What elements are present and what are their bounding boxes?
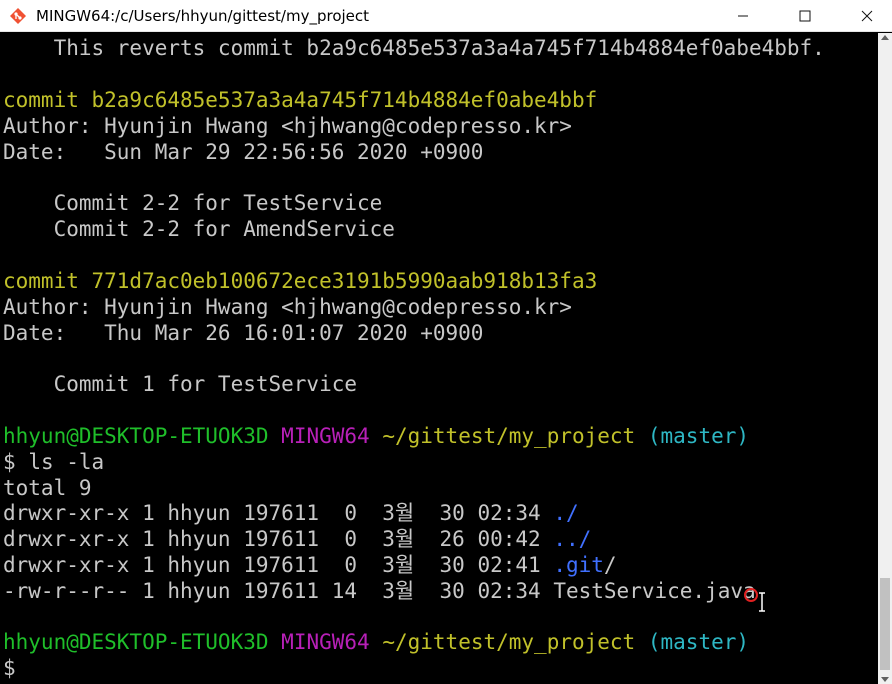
terminal-output[interactable]: This reverts commit b2a9c6485e537a3a4a74… [0,33,878,684]
shell-prompt: hhyun@DESKTOP-ETUOK3D MINGW64 ~/gittest/… [3,629,749,655]
commit-date-line: Date: Sun Mar 29 22:56:56 2020 +0900 [3,140,484,164]
chevron-up-icon [881,35,889,40]
ls-entry-meta: drwxr-xr-x 1 hhyun 197611 0 3월 30 02:34 [3,501,554,525]
commit-author-line: Author: Hyunjin Hwang <hjhwang@codepress… [3,114,572,138]
commit-message-line: Commit 2-2 for TestService [3,191,383,215]
ls-entry-name: ../ [553,527,592,551]
terminal-window: MINGW64:/c/Users/hhyun/gittest/my_projec… [0,0,892,684]
command-line[interactable]: $ [3,655,16,681]
shell-prompt: hhyun@DESKTOP-ETUOK3D MINGW64 ~/gittest/… [3,423,749,449]
git-bash-icon [10,8,26,24]
ls-entry-meta: -rw-r--r-- 1 hhyun 197611 14 3월 30 02:34 [3,579,554,603]
prompt-path: ~/gittest/my_project [382,424,636,448]
ls-entry-row: -rw-r--r-- 1 hhyun 197611 14 3월 30 02:34… [3,578,756,604]
ls-total-line: total 9 [3,476,92,500]
scroll-down-button[interactable] [878,668,892,684]
ls-entry-row: drwxr-xr-x 1 hhyun 197611 0 3월 30 02:34 … [3,500,579,526]
revert-message-line: This reverts commit b2a9c6485e537a3a4a74… [3,36,825,60]
close-icon [861,10,873,22]
chevron-down-icon [881,677,889,682]
prompt-branch: (master) [647,424,750,448]
commit-hash-line: commit b2a9c6485e537a3a4a745f714b4884ef0… [3,88,598,112]
prompt-shell: MINGW64 [281,424,370,448]
commit-hash-line: commit 771d7ac0eb100672ece3191b5990aab91… [3,269,598,293]
scroll-thumb[interactable] [880,578,890,670]
commit-author-line: Author: Hyunjin Hwang <hjhwang@codepress… [3,295,572,319]
command-line: $ ls -la [3,449,104,475]
ls-entry-name: .git [553,553,604,577]
minimize-button[interactable] [720,0,766,32]
click-indicator [744,588,758,602]
minimize-icon [738,15,748,17]
scroll-up-button[interactable] [878,33,892,49]
ls-entry-name: ./ [553,501,579,525]
ibeam-cursor-icon [759,592,765,612]
ls-entry-suffix: / [603,553,617,577]
ls-entry-meta: drwxr-xr-x 1 hhyun 197611 0 3월 30 02:41 [3,553,554,577]
command-text: ls -la [28,450,105,474]
prompt-user-host: hhyun@DESKTOP-ETUOK3D [3,424,269,448]
prompt-branch: (master) [647,630,750,654]
ls-entry-meta: drwxr-xr-x 1 hhyun 197611 0 3월 26 00:42 [3,527,554,551]
window-title: MINGW64:/c/Users/hhyun/gittest/my_projec… [36,7,370,25]
commit-message-line: Commit 1 for TestService [3,372,358,396]
commit-message-line: Commit 2-2 for AmendService [3,217,395,241]
maximize-icon [799,10,811,22]
prompt-symbol: $ [3,656,16,680]
title-bar[interactable]: MINGW64:/c/Users/hhyun/gittest/my_projec… [0,0,892,32]
ls-entry-row: drwxr-xr-x 1 hhyun 197611 0 3월 30 02:41 … [3,552,617,578]
ls-entry-row: drwxr-xr-x 1 hhyun 197611 0 3월 26 00:42 … [3,526,591,552]
prompt-user-host: hhyun@DESKTOP-ETUOK3D [3,630,269,654]
vertical-scrollbar[interactable] [878,33,892,684]
prompt-path: ~/gittest/my_project [382,630,636,654]
prompt-symbol: $ [3,450,16,474]
ls-entry-name: TestService.java [553,579,756,603]
close-button[interactable] [844,0,890,32]
commit-date-line: Date: Thu Mar 26 16:01:07 2020 +0900 [3,321,484,345]
maximize-button[interactable] [782,0,828,32]
prompt-shell: MINGW64 [281,630,370,654]
